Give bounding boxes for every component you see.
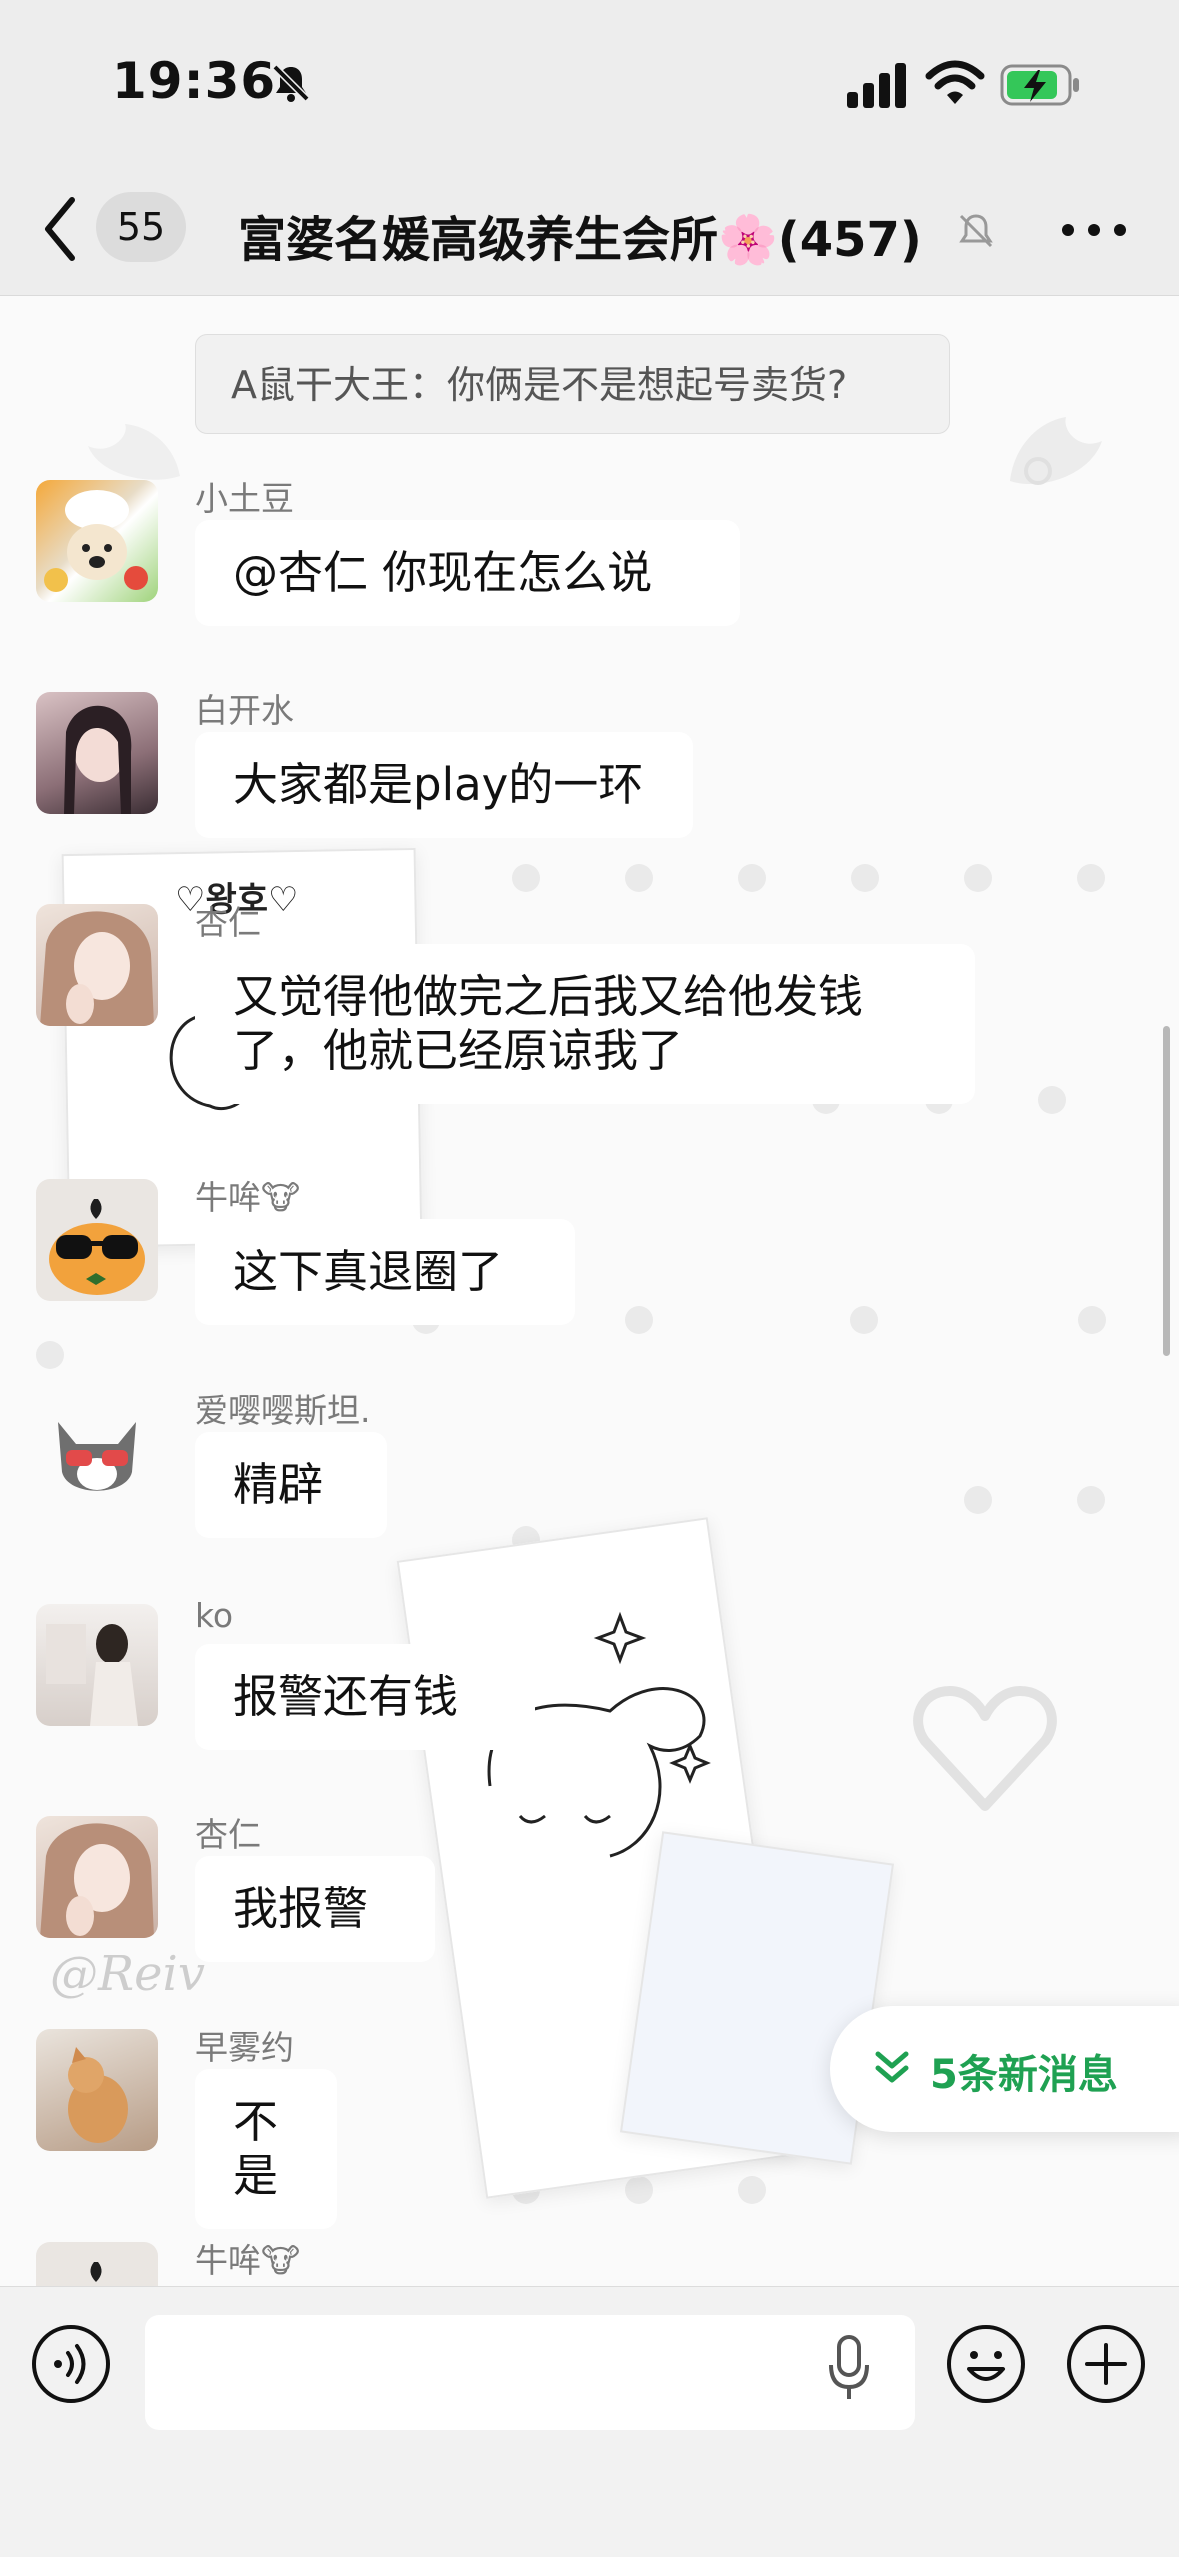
dog-chef-avatar-icon: [44, 490, 148, 592]
orange-sunglasses-avatar-icon: [49, 1199, 145, 1295]
girl-avatar-icon: [46, 1624, 138, 1726]
voice-mode-icon[interactable]: [30, 2323, 112, 2405]
avatar[interactable]: [36, 2242, 158, 2286]
message-bubble[interactable]: @杏仁 你现在怎么说: [195, 520, 740, 626]
cellular-signal-icon: [847, 63, 906, 108]
message-bubble[interactable]: 不是: [195, 2069, 337, 2229]
message-bubble[interactable]: 这下真退圈了: [195, 1219, 575, 1325]
chat-title: 富婆名媛高级养生会所🌸(457): [238, 212, 922, 268]
wallpaper-dot: [36, 1341, 64, 1369]
avatar[interactable]: [36, 1816, 158, 1938]
microphone-icon[interactable]: [826, 2333, 872, 2403]
wallpaper-dot: [738, 864, 766, 892]
message-bubble[interactable]: 报警还有钱: [195, 1644, 535, 1750]
avatar[interactable]: [36, 1392, 158, 1514]
plus-icon[interactable]: [1065, 2323, 1147, 2405]
message-bubble[interactable]: 我报警: [195, 1856, 435, 1962]
status-bar: 19:36: [0, 0, 1179, 170]
sender-name: 爱嘤嘤斯坦.: [195, 1391, 371, 1430]
cat-avatar-icon: [58, 1422, 136, 1491]
message-bubble[interactable]: 精辟: [195, 1432, 387, 1538]
wallpaper-dot: [625, 1306, 653, 1334]
sender-name: 早雾约: [195, 2028, 294, 2067]
new-messages-label: 5条新消息: [930, 2052, 1118, 2098]
wallpaper-dot: [964, 864, 992, 892]
wallpaper-dot: [512, 864, 540, 892]
wallpaper-dot: [625, 2176, 653, 2204]
back-chevron-icon[interactable]: [40, 196, 80, 262]
battery-charging-icon: [1000, 64, 1079, 106]
puppy-doodle-icon: [487, 1611, 711, 1858]
girl-avatar-icon: [40, 911, 154, 1026]
watermark: @Reiv: [50, 1946, 206, 2002]
sender-name: 牛哞🐮: [195, 2241, 301, 2280]
scrollbar[interactable]: [1163, 1026, 1170, 1356]
muted-bell-icon: [959, 214, 993, 248]
unread-count-badge[interactable]: 55: [96, 192, 186, 262]
sender-name: 杏仁: [195, 1815, 261, 1854]
more-options-icon[interactable]: [1060, 210, 1128, 250]
avatar[interactable]: [36, 692, 158, 814]
sender-name: 牛哞🐮: [195, 1178, 301, 1217]
quoted-reply[interactable]: A鼠干大王：你俩是不是想起号卖货?: [195, 334, 950, 434]
wallpaper-dot: [1038, 1086, 1066, 1114]
wallpaper-dot: [625, 864, 653, 892]
orange-sunglasses-avatar-icon: [90, 2262, 102, 2282]
message-bubble[interactable]: 大家都是play的一环: [195, 732, 693, 838]
sender-name: 白开水: [195, 691, 294, 730]
avatar[interactable]: [36, 904, 158, 1026]
message-input-bar: [0, 2286, 1179, 2557]
wing-decoration-icon: [1010, 417, 1102, 485]
avatar[interactable]: [36, 2029, 158, 2151]
chat-message-list[interactable]: ♡왕호♡ @Reiv A鼠干大王：你俩是不是想起号卖货? 小土豆 @杏仁 你现在…: [0, 296, 1179, 2286]
message-bubble[interactable]: 又觉得他做完之后我又给他发钱了，他就已经原谅我了: [195, 944, 975, 1104]
emoji-icon[interactable]: [945, 2323, 1027, 2405]
girl-avatar-icon: [40, 1823, 154, 1938]
wallpaper-dot: [964, 1486, 992, 1514]
wallpaper-dot: [1077, 1486, 1105, 1514]
avatar[interactable]: [36, 1604, 158, 1726]
kitten-avatar-icon: [68, 2047, 128, 2143]
wifi-icon: [925, 60, 985, 104]
sender-name: ko: [195, 1596, 234, 1635]
sender-name: 小土豆: [195, 479, 294, 518]
girl-avatar-icon: [64, 705, 132, 814]
heart-clip-icon: [913, 1686, 1057, 1811]
sender-name: 杏仁: [195, 903, 261, 942]
new-messages-button[interactable]: 5条新消息: [830, 2006, 1179, 2132]
wallpaper-dot: [738, 2176, 766, 2204]
wallpaper-dot: [1077, 864, 1105, 892]
wallpaper-dot: [1078, 1306, 1106, 1334]
bell-off-icon: [272, 64, 310, 102]
avatar[interactable]: [36, 1179, 158, 1301]
message-text-input[interactable]: [145, 2315, 915, 2430]
chat-header: 55 富婆名媛高级养生会所🌸(457): [0, 170, 1179, 296]
avatar[interactable]: [36, 480, 158, 602]
wallpaper-dot: [850, 1306, 878, 1334]
status-time: 19:36: [112, 52, 277, 110]
double-chevron-down-icon: [875, 2051, 909, 2083]
wallpaper-dot: [851, 864, 879, 892]
